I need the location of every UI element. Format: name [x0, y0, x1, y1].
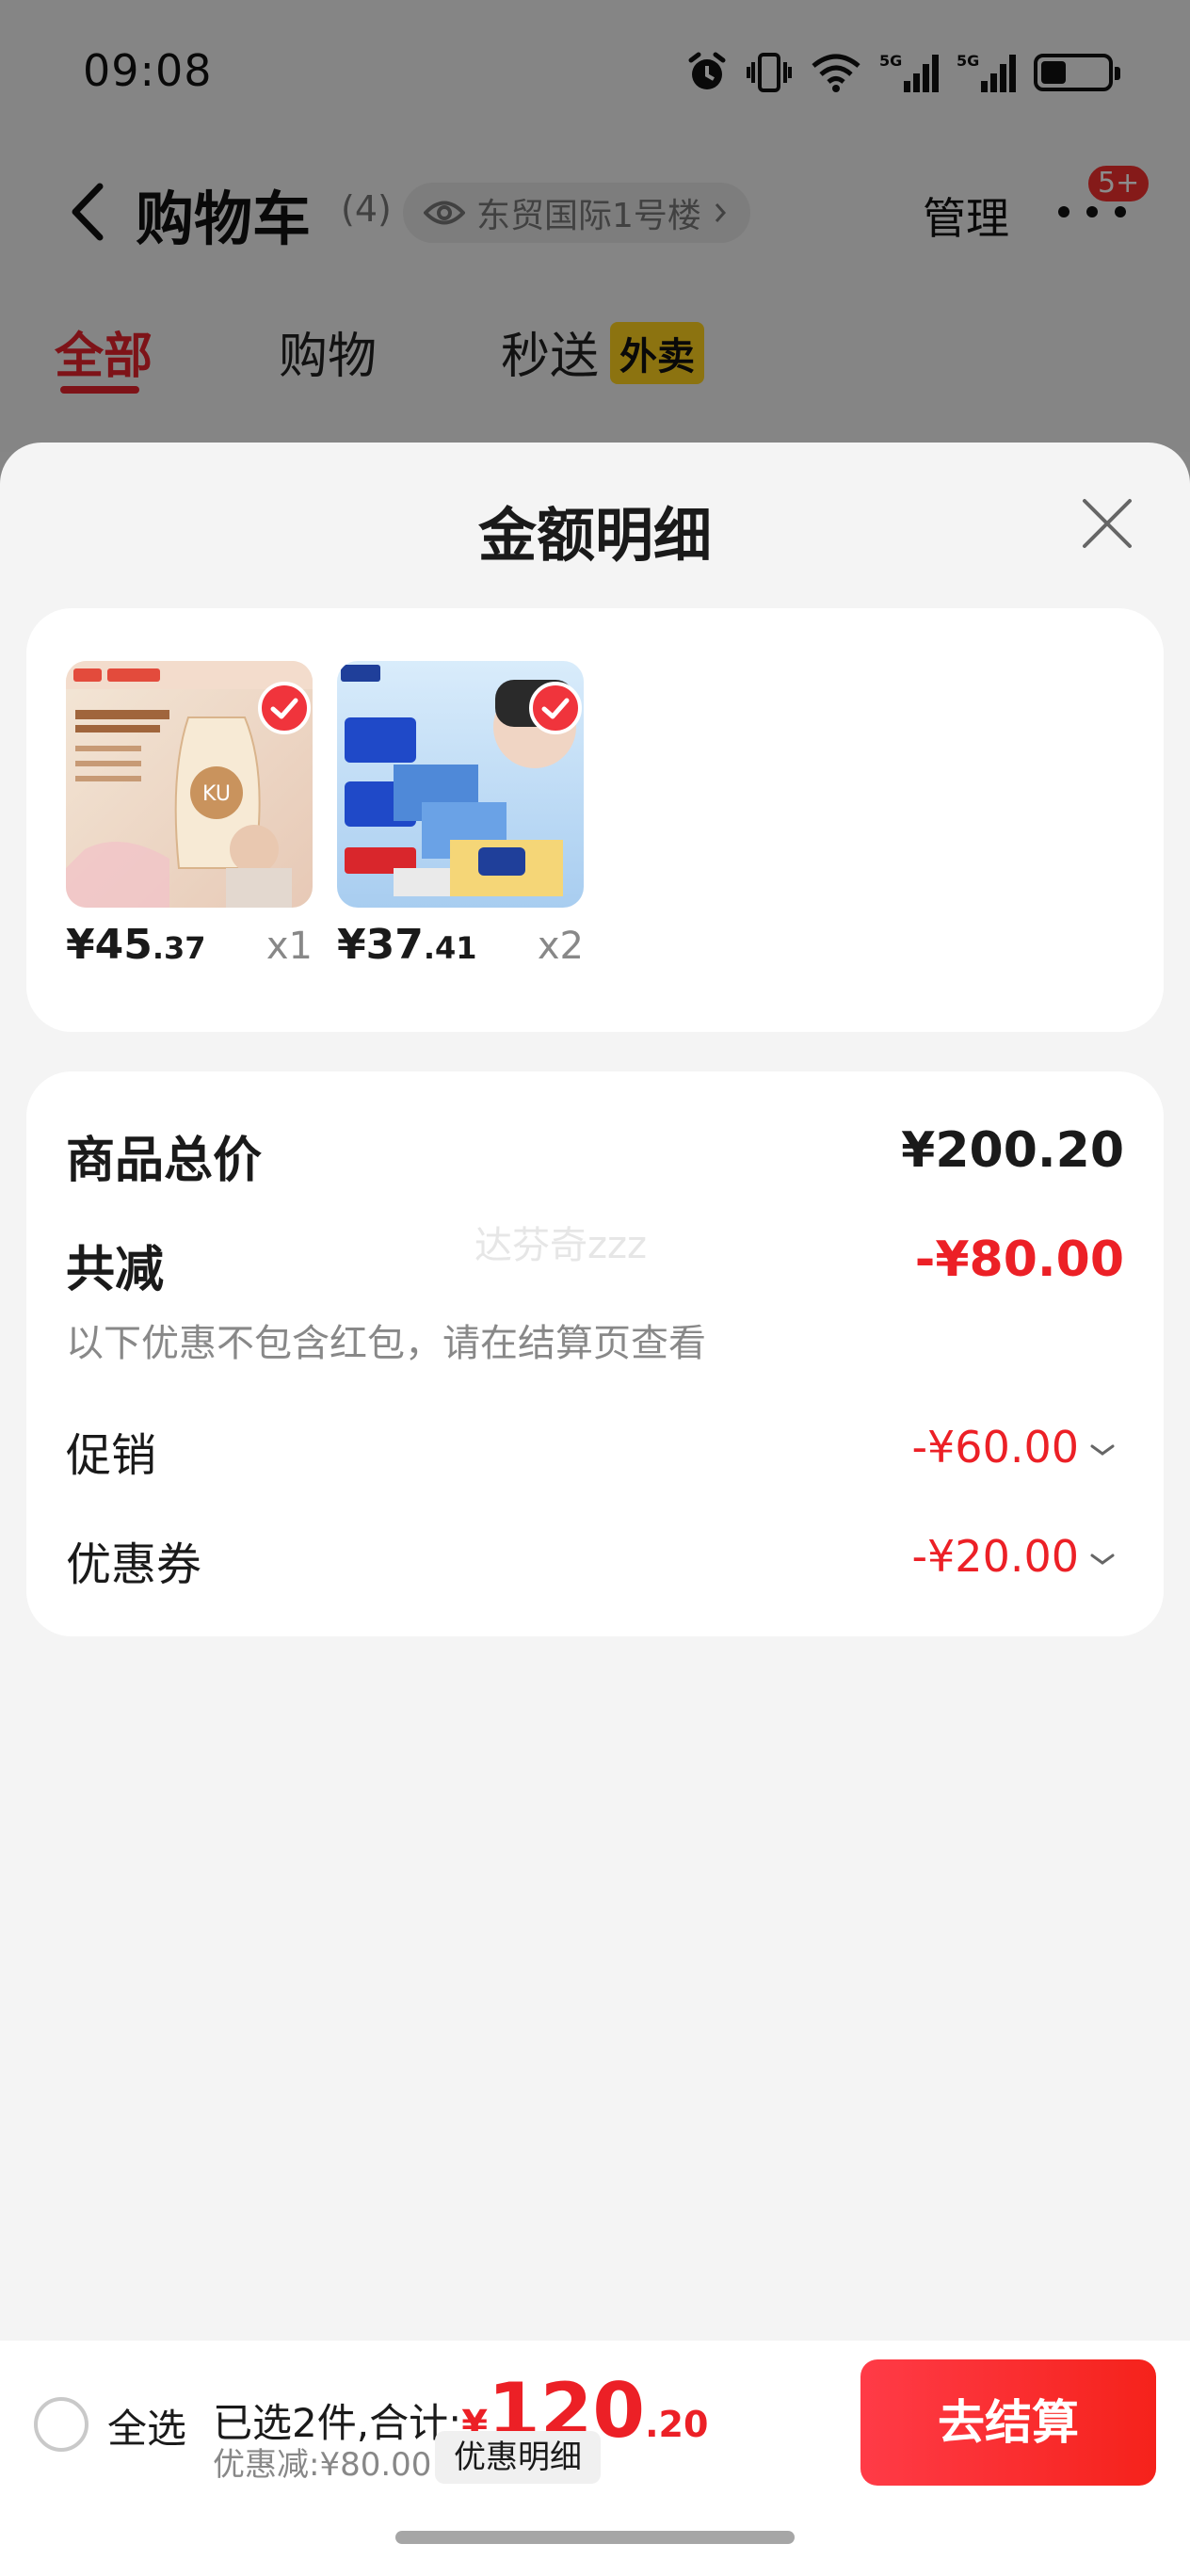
selected-products-card: KU ¥45.37 x1 ¥37.41 x2 [26, 608, 1164, 1032]
total-amount-decimal: .20 [645, 2404, 709, 2445]
checked-icon[interactable] [258, 682, 311, 734]
checked-icon[interactable] [529, 682, 582, 734]
sheet-title: 金额明细 [477, 501, 712, 570]
close-icon[interactable] [1079, 495, 1135, 552]
select-all-label[interactable]: 全选 [107, 2397, 186, 2455]
discount-detail-button[interactable]: 优惠明细 [435, 2431, 601, 2484]
price-integer: ¥37 [337, 921, 424, 969]
coupon-value[interactable]: -¥20.00 [911, 1531, 1079, 1582]
total-reduction-label: 共减 [66, 1242, 165, 1298]
chevron-down-icon[interactable] [1088, 1550, 1117, 1569]
reduction-note: 以下优惠不包含红包，请在结算页查看 [66, 1322, 706, 1365]
promotion-value[interactable]: -¥60.00 [911, 1422, 1079, 1473]
coupon-label[interactable]: 优惠券 [66, 1527, 201, 1593]
home-indicator[interactable] [395, 2531, 795, 2544]
total-reduction-value: -¥80.00 [914, 1232, 1124, 1288]
amount-detail-sheet: 金额明细 KU ¥45.37 x1 ¥37.41 x2 商品总价 ¥200.20… [0, 443, 1190, 2576]
svg-text:KU: KU [202, 782, 231, 806]
price-decimal: .41 [423, 930, 477, 966]
product-price: ¥45.37 [66, 921, 206, 969]
product-quantity: x2 [537, 925, 584, 968]
promotion-label[interactable]: 促销 [66, 1418, 156, 1484]
checkout-button[interactable]: 去结算 [860, 2359, 1156, 2486]
price-integer: ¥45 [66, 921, 153, 969]
chevron-down-icon[interactable] [1088, 1441, 1117, 1459]
product-quantity: x1 [265, 925, 313, 968]
total-price-value: ¥200.20 [901, 1122, 1124, 1179]
product-price: ¥37.41 [337, 921, 477, 969]
discount-summary: 优惠减:¥80.00 [213, 2446, 432, 2484]
product-item[interactable]: ¥37.41 x2 [337, 661, 584, 972]
product-item[interactable]: KU ¥45.37 x1 [66, 661, 313, 972]
amount-breakdown-card: 商品总价 ¥200.20 达芬奇zzz 共减 -¥80.00 以下优惠不包含红包… [26, 1071, 1164, 1636]
select-all-radio[interactable] [34, 2397, 88, 2452]
watermark-text: 达芬奇zzz [474, 1224, 647, 1267]
total-price-label: 商品总价 [66, 1133, 263, 1189]
price-decimal: .37 [152, 930, 206, 966]
